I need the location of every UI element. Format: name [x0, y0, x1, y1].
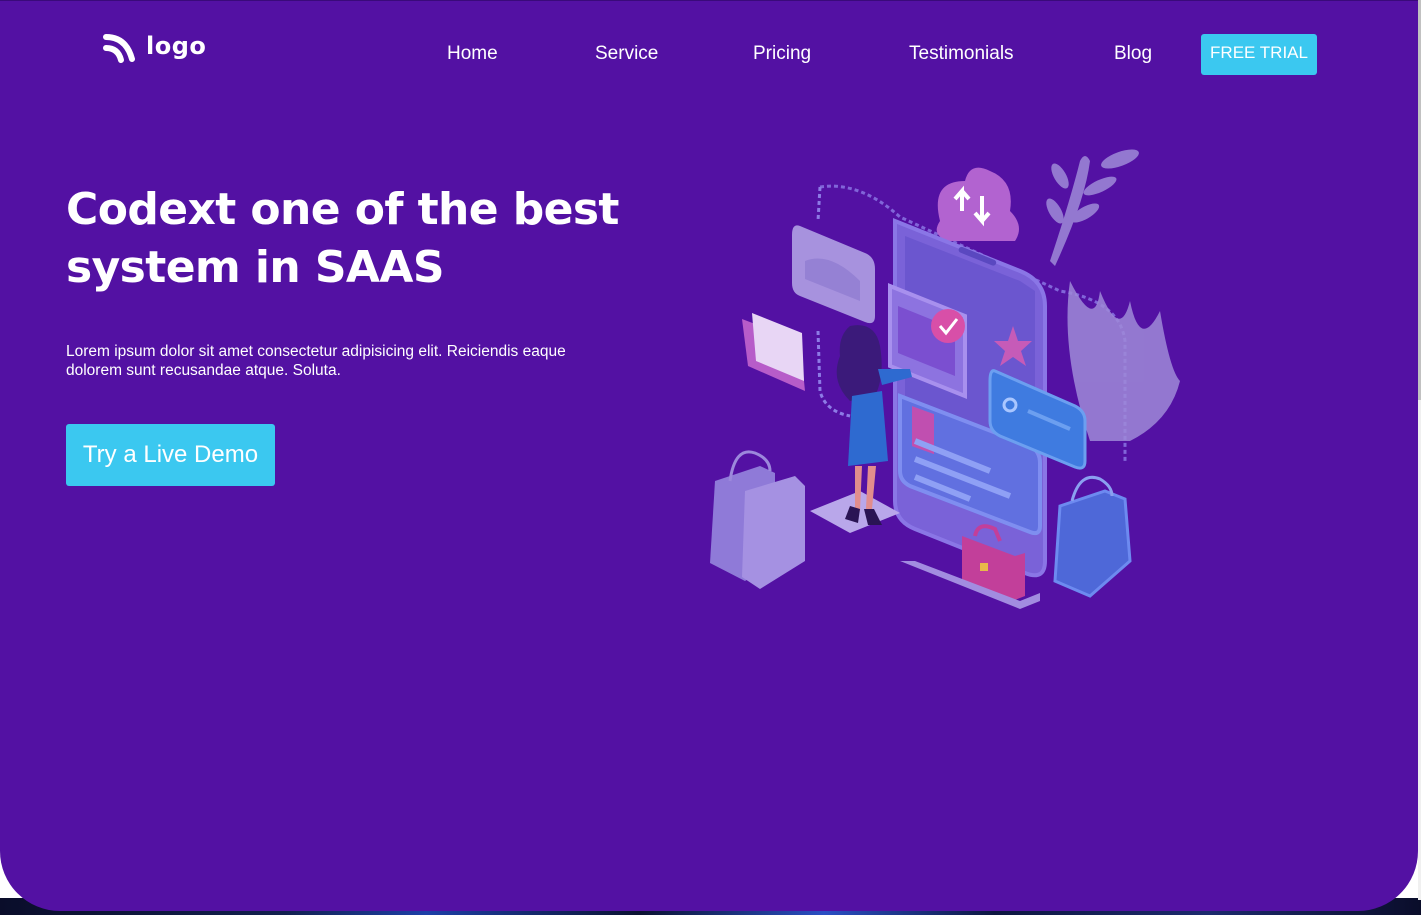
hero-description: Lorem ipsum dolor sit amet consectetur a…: [66, 343, 566, 379]
nav-home-link[interactable]: Home: [447, 43, 498, 65]
hero-title: Codext one of the best system in SAAS: [66, 184, 619, 293]
live-demo-button[interactable]: Try a Live Demo: [66, 424, 275, 486]
nav-blog-link[interactable]: Blog: [1114, 43, 1152, 65]
nav-testimonials-link[interactable]: Testimonials: [909, 43, 1014, 65]
saas-illustration: [710, 149, 1180, 609]
hero-section: logo Home Service Pricing Testimonials B…: [0, 0, 1418, 911]
nav-pricing-link[interactable]: Pricing: [753, 43, 811, 65]
free-trial-button[interactable]: FREE TRIAL: [1201, 34, 1317, 75]
nav-service-link[interactable]: Service: [595, 43, 658, 65]
page: logo Home Service Pricing Testimonials B…: [0, 0, 1421, 915]
